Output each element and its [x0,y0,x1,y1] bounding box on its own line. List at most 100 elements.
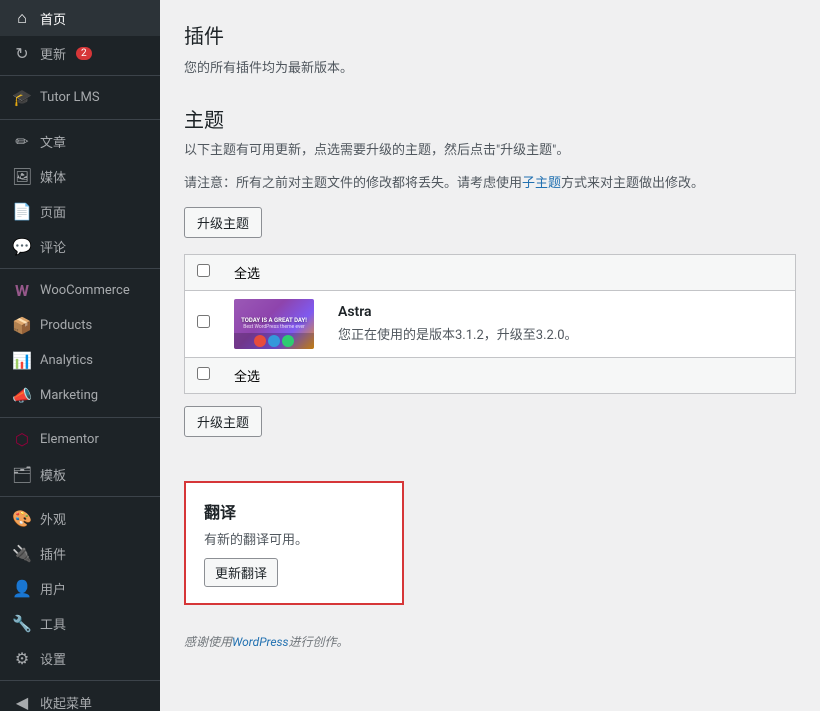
sidebar-item-label: 首页 [40,9,66,28]
footer-pre: 感谢使用 [184,635,232,649]
sidebar-divider-3 [0,268,160,269]
sidebar-item-label: Products [40,318,92,333]
plugins-section: 插件 您的所有插件均为最新版本。 [184,20,796,76]
footer: 感谢使用WordPress进行创作。 [184,633,796,650]
sidebar-item-collapse[interactable]: ◀ 收起菜单 [0,685,160,711]
sidebar-item-articles[interactable]: ✏ 文章 [0,124,160,159]
sidebar-item-label: 设置 [40,649,66,668]
plugins-icon: 🔌 [12,544,32,563]
sidebar-item-products[interactable]: 📦 Products [0,308,160,343]
plugins-section-title: 插件 [184,20,796,49]
elementor-icon: ⬡ [12,430,32,449]
astra-thumbnail: TODAY IS A GREAT DAY! Best WordPress the… [234,299,314,349]
sidebar-item-media[interactable]: 🖼 媒体 [0,159,160,194]
sidebar-item-label: 更新 [40,44,66,63]
sidebar-item-label: 评论 [40,237,66,256]
select-all-checkbox-top[interactable] [197,264,210,277]
pages-icon: 📄 [12,202,32,221]
sidebar-item-marketing[interactable]: 📣 Marketing [0,378,160,413]
marketing-icon: 📣 [12,386,32,405]
select-all-label-top: 全选 [234,267,260,282]
sidebar-divider-1 [0,75,160,76]
users-icon: 👤 [12,579,32,598]
sidebar-item-label: 外观 [40,509,66,528]
sidebar-item-settings[interactable]: ⚙ 设置 [0,641,160,676]
sidebar-item-tools[interactable]: 🔧 工具 [0,606,160,641]
avatar-2 [268,335,280,347]
sidebar-item-label: 插件 [40,544,66,563]
footer-post: 进行创作。 [289,635,349,649]
sidebar-item-appearance[interactable]: 🎨 外观 [0,501,160,536]
sidebar-item-tutor-lms[interactable]: 🎓 Tutor LMS [0,80,160,115]
sidebar-divider-5 [0,496,160,497]
products-icon: 📦 [12,316,32,335]
astra-checkbox[interactable] [197,315,210,328]
sidebar-item-home[interactable]: ⌂ 首页 [0,0,160,36]
media-icon: 🖼 [12,167,32,186]
sidebar-item-label: Marketing [40,388,98,403]
main-content: 插件 您的所有插件均为最新版本。 主题 以下主题有可用更新，点选需要升级的主题，… [160,0,820,711]
themes-notice2-pre: 请注意：所有之前对主题文件的修改都将丢失。请考虑使用 [184,176,522,191]
tutor-lms-icon: 🎓 [12,88,32,107]
themes-notice2: 请注意：所有之前对主题文件的修改都将丢失。请考虑使用子主题方式来对主题做出修改。 [184,174,796,195]
home-icon: ⌂ [12,8,32,28]
sidebar-item-updates[interactable]: ↻ 更新 2 [0,36,160,71]
translation-title: 翻译 [204,499,384,523]
settings-icon: ⚙ [12,649,32,668]
sidebar-item-label: 文章 [40,132,66,151]
templates-icon: 🗂 [12,465,32,484]
sidebar-item-label: 模板 [40,465,66,484]
themes-notice2-post: 方式来对主题做出修改。 [561,176,704,191]
sidebar-item-plugins[interactable]: 🔌 插件 [0,536,160,571]
sidebar-item-woocommerce[interactable]: W WooCommerce [0,273,160,308]
avatar-3 [282,335,294,347]
themes-notice1: 以下主题有可用更新，点选需要升级的主题，然后点击"升级主题"。 [184,141,796,162]
sidebar-divider-2 [0,119,160,120]
plugins-section-desc: 您的所有插件均为最新版本。 [184,57,796,76]
theme-description: 您正在使用的是版本3.1.2，升级至3.2.0。 [338,324,578,343]
sidebar-item-comments[interactable]: 💬 评论 [0,229,160,264]
sidebar-item-pages[interactable]: 📄 页面 [0,194,160,229]
translation-desc: 有新的翻译可用。 [204,529,384,548]
sidebar-item-label: 用户 [40,579,66,598]
sidebar-item-label: 页面 [40,202,66,221]
thumbnail-text: TODAY IS A GREAT DAY! [241,317,307,324]
update-translation-button[interactable]: 更新翻译 [204,558,278,587]
sidebar-item-label: 收起菜单 [40,693,92,711]
thumbnail-avatars [234,333,314,349]
thumbnail-sub: Best WordPress theme ever [243,324,304,330]
collapse-icon: ◀ [12,693,32,711]
updates-badge: 2 [76,47,92,60]
theme-info: Astra 您正在使用的是版本3.1.2，升级至3.2.0。 [338,304,783,343]
sidebar-item-label: Elementor [40,432,99,447]
theme-row-astra: TODAY IS A GREAT DAY! Best WordPress the… [185,290,796,357]
appearance-icon: 🎨 [12,509,32,528]
sidebar-item-label: WooCommerce [40,283,130,298]
sidebar: ⌂ 首页 ↻ 更新 2 🎓 Tutor LMS ✏ 文章 🖼 媒体 📄 页面 💬… [0,0,160,711]
updates-icon: ↻ [12,44,32,63]
sidebar-item-analytics[interactable]: 📊 Analytics [0,343,160,378]
upgrade-themes-button-top[interactable]: 升级主题 [184,207,262,238]
sidebar-item-templates[interactable]: 🗂 模板 [0,457,160,492]
themes-notice2-link[interactable]: 子主题 [522,176,561,191]
avatar-1 [254,335,266,347]
analytics-icon: 📊 [12,351,32,370]
upgrade-themes-button-bottom[interactable]: 升级主题 [184,406,262,437]
theme-select-all-row-bottom: 全选 [185,357,796,393]
woocommerce-icon: W [12,281,32,300]
themes-section: 主题 以下主题有可用更新，点选需要升级的主题，然后点击"升级主题"。 请注意：所… [184,104,796,453]
tools-icon: 🔧 [12,614,32,633]
select-all-checkbox-bottom[interactable] [197,367,210,380]
sidebar-item-label: Analytics [40,353,93,368]
sidebar-item-label: Tutor LMS [40,90,100,105]
theme-select-all-row-top: 全选 [185,254,796,290]
articles-icon: ✏ [12,132,32,151]
sidebar-item-elementor[interactable]: ⬡ Elementor [0,422,160,457]
themes-table: 全选 TODAY IS A GREAT DAY! Best WordPress … [184,254,796,394]
sidebar-item-label: 工具 [40,614,66,633]
sidebar-divider-4 [0,417,160,418]
sidebar-item-label: 媒体 [40,167,66,186]
sidebar-item-users[interactable]: 👤 用户 [0,571,160,606]
theme-name: Astra [338,304,578,320]
footer-link[interactable]: WordPress [232,635,289,649]
